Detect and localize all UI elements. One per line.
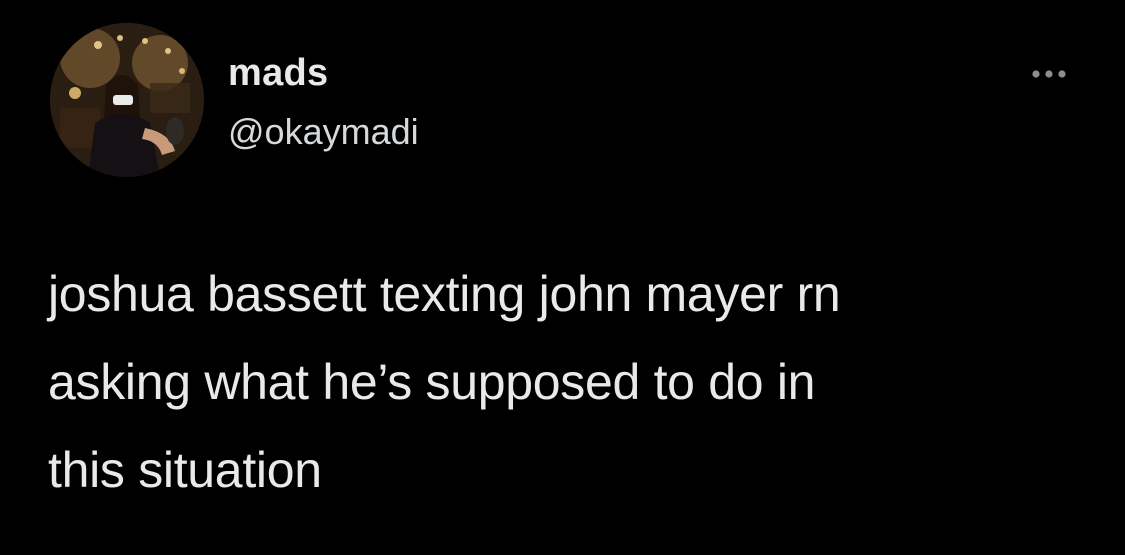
display-name[interactable]: mads bbox=[228, 50, 328, 96]
user-handle[interactable]: @okaymadi bbox=[228, 110, 419, 154]
avatar[interactable] bbox=[50, 23, 204, 177]
tweet-text: joshua bassett texting john mayer rn ask… bbox=[48, 266, 841, 498]
more-options-button[interactable] bbox=[1024, 60, 1076, 90]
tweet-card: mads @okaymadi joshua bassett texting jo… bbox=[0, 0, 1125, 555]
more-horizontal-icon bbox=[1032, 70, 1066, 78]
avatar-photo bbox=[50, 23, 204, 177]
